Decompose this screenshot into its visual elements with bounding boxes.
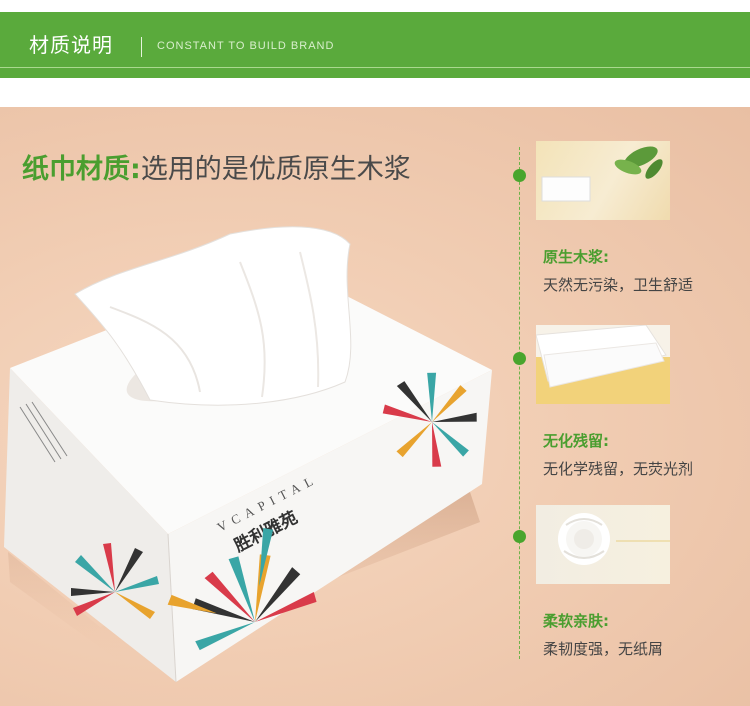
headline-text: 选用的是优质原生木浆 xyxy=(140,154,411,185)
feature-image-tissue-stack xyxy=(536,325,670,404)
headline-label: 纸巾材质: xyxy=(22,154,141,185)
feature-image-white-rose xyxy=(536,505,670,584)
section-header-banner: 材质说明 CONSTANT TO BUILD BRAND xyxy=(0,12,750,78)
feature-desc-3: 柔韧度强，无纸屑 xyxy=(543,640,664,658)
section-title: 材质说明 xyxy=(29,33,113,57)
material-headline: 纸巾材质:选用的是优质原生木浆 xyxy=(22,147,411,186)
timeline-dot-2 xyxy=(513,352,526,365)
product-material-scene: 纸巾材质:选用的是优质原生木浆 VCAPITAL 胜利雅苑 xyxy=(0,107,750,706)
feature-title-1: 原生木浆: xyxy=(543,248,609,266)
feature-image-wood-pulp xyxy=(536,141,670,220)
timeline-dot-1 xyxy=(513,169,526,182)
timeline-dot-3 xyxy=(513,530,526,543)
feature-timeline-line xyxy=(519,147,520,659)
section-subtitle: CONSTANT TO BUILD BRAND xyxy=(157,40,335,52)
tissue-box-image: VCAPITAL 胜利雅苑 xyxy=(4,226,492,683)
banner-divider-line xyxy=(0,67,750,68)
feature-title-3: 柔软亲肤: xyxy=(543,612,609,630)
feature-desc-1: 天然无污染，卫生舒适 xyxy=(543,276,694,294)
title-separator xyxy=(141,37,142,57)
feature-title-2: 无化残留: xyxy=(543,432,609,450)
feature-desc-2: 无化学残留，无荧光剂 xyxy=(543,460,694,478)
